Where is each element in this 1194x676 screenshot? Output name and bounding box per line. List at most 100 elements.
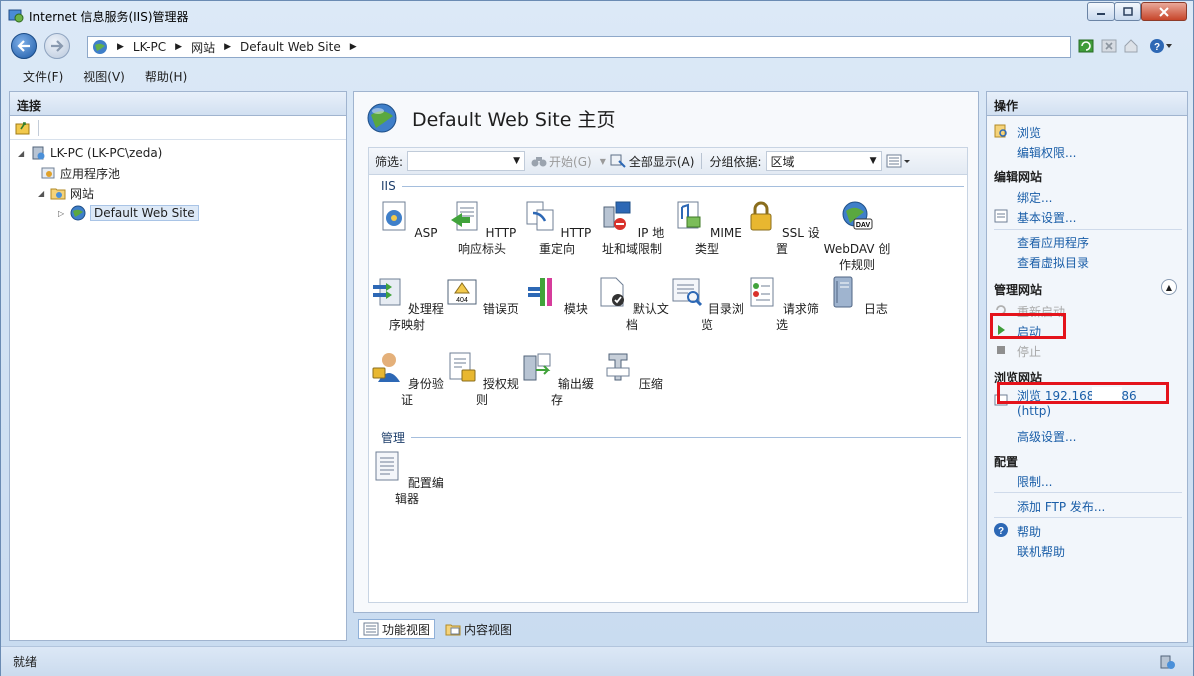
section-iis: IIS [381, 179, 964, 193]
feature-label: ASP [414, 226, 438, 240]
breadcrumb-site[interactable]: Default Web Site [240, 40, 341, 54]
dropdown-arrow-icon: ▼ [513, 156, 521, 166]
feature-authentication[interactable]: 身份验证 [369, 350, 445, 408]
view-tabs: 功能视图 内容视图 [358, 619, 516, 639]
action-stop: 停止 [1017, 345, 1042, 359]
action-advanced-settings[interactable]: 高级设置... [1017, 428, 1076, 445]
action-add-ftp[interactable]: 添加 FTP 发布... [1017, 498, 1105, 515]
home-button[interactable] [1122, 37, 1140, 55]
group-by-label: 分组依据: [709, 154, 762, 169]
action-browse-protocol[interactable]: (http) [1017, 404, 1051, 418]
minimize-button[interactable] [1087, 2, 1115, 21]
section-iis-label: IIS [381, 179, 396, 193]
refresh-icon [1078, 39, 1094, 53]
section-manage-site: 管理网站 [994, 283, 1043, 297]
action-help[interactable]: 帮助 [1017, 523, 1041, 540]
default-document-icon [600, 277, 625, 307]
feature-asp[interactable]: ASP [369, 199, 445, 241]
tree-label-default-site: Default Web Site [90, 205, 199, 221]
action-view-virtual-dirs[interactable]: 查看虚拟目录 [1017, 254, 1089, 271]
feature-modules[interactable]: 模块 [519, 275, 595, 317]
connect-icon[interactable] [14, 120, 32, 136]
address-bar[interactable]: ▶ LK-PC ▶ 网站 ▶ Default Web Site ▶ [87, 36, 1071, 58]
stop-square-icon [997, 346, 1005, 354]
collapse-icon[interactable]: ◢ [38, 189, 48, 198]
feature-http-redirect[interactable]: HTTP 重定向 [519, 199, 595, 257]
tree-node-default-site[interactable]: ▷ Default Web Site [58, 204, 199, 222]
stop-nav-button[interactable] [1100, 37, 1118, 55]
action-online-help[interactable]: 联机帮助 [1017, 543, 1065, 560]
network-status-icon [1160, 655, 1175, 669]
feature-output-caching[interactable]: 输出缓存 [519, 350, 595, 408]
feature-webdav[interactable]: DAV WebDAV 创作规则 [819, 199, 895, 273]
feature-error-pages[interactable]: 404 错误页 [444, 275, 520, 317]
dropdown-arrow-icon: ▼ [869, 156, 877, 166]
actions-divider [994, 492, 1182, 493]
collapse-icon[interactable]: ◢ [18, 149, 28, 158]
modules-icon [528, 278, 553, 306]
help-dropdown-button[interactable]: ? [1149, 37, 1173, 55]
feature-default-document[interactable]: 默认文档 [594, 275, 670, 333]
browse-icon [994, 124, 1007, 138]
feature-label: 授权规则 [475, 377, 519, 407]
compression-clamp-icon [606, 353, 630, 381]
filter-label: 筛选: [375, 154, 404, 169]
home-icon [1124, 39, 1138, 53]
action-edit-permissions[interactable]: 编辑权限... [1017, 144, 1076, 161]
action-basic-settings[interactable]: 基本设置... [1017, 209, 1076, 226]
tab-content-view[interactable]: 内容视图 [441, 619, 516, 639]
error-page-icon: 404 [447, 279, 477, 305]
feature-handler-mappings[interactable]: 处理程序映射 [369, 275, 445, 333]
tab-features-view[interactable]: 功能视图 [358, 619, 436, 639]
group-by-select[interactable]: 区域 ▼ [765, 151, 882, 171]
feature-logging[interactable]: 日志 [819, 275, 895, 317]
feature-compression[interactable]: 压缩 [594, 350, 670, 392]
action-bindings[interactable]: 绑定... [1017, 189, 1052, 206]
website-globe-large-icon [367, 103, 397, 133]
feature-label: 请求筛选 [775, 302, 819, 332]
feature-label: 默认文档 [625, 302, 669, 332]
navigation-bar: ▶ LK-PC ▶ 网站 ▶ Default Web Site ▶ ? [1, 29, 1193, 63]
status-text: 就绪 [13, 655, 38, 669]
filter-input[interactable]: ▼ [407, 151, 526, 171]
authorization-rules-icon [449, 352, 476, 382]
close-button[interactable] [1141, 2, 1187, 21]
feature-http-headers[interactable]: HTTP 响应标头 [444, 199, 520, 257]
feature-authorization-rules[interactable]: 授权规则 [444, 350, 520, 408]
svg-text:DAV: DAV [856, 222, 871, 229]
maximize-button[interactable] [1114, 2, 1141, 21]
feature-ip-restrictions[interactable]: IP 地址和域限制 [594, 199, 670, 257]
forward-button[interactable] [44, 33, 70, 59]
actions-panel: 操作 浏览 编辑权限... 编辑网站 绑定... 基本设置... 查看应用程序 … [986, 91, 1188, 643]
minimize-icon [1097, 12, 1105, 15]
tree-node-sites[interactable]: ◢ 网站 [38, 184, 94, 202]
menu-file[interactable]: 文件(F) [23, 68, 63, 85]
status-bar: 就绪 [1, 646, 1193, 676]
breadcrumb-sites[interactable]: 网站 [191, 39, 215, 56]
http-headers-icon [450, 201, 478, 231]
menu-help[interactable]: 帮助(H) [145, 68, 187, 85]
start-filter-button[interactable]: 开始(G) [549, 153, 592, 170]
back-button[interactable] [11, 33, 37, 59]
show-all-button[interactable]: 全部显示(A) [629, 153, 695, 170]
action-browse[interactable]: 浏览 [1017, 124, 1041, 141]
expand-icon[interactable]: ▷ [58, 209, 68, 218]
feature-config-editor[interactable]: 配置编辑器 [369, 449, 445, 507]
action-view-applications[interactable]: 查看应用程序 [1017, 234, 1089, 251]
arrow-left-icon [17, 40, 30, 52]
refresh-button[interactable] [1077, 37, 1095, 55]
binoculars-icon [531, 157, 547, 167]
breadcrumb-server[interactable]: LK-PC [133, 40, 166, 54]
collapse-section-button[interactable]: ▲ [1161, 279, 1177, 295]
feature-request-filtering[interactable]: 请求筛选 [744, 275, 820, 333]
tree-node-app-pools[interactable]: 应用程序池 [40, 164, 120, 182]
handler-mappings-icon [373, 278, 401, 306]
view-mode-icon[interactable] [886, 153, 912, 169]
feature-directory-browsing[interactable]: 目录浏览 [669, 275, 745, 333]
website-globe-icon [70, 205, 86, 221]
tree-node-server[interactable]: ◢ LK-PC (LK-PC\zeda) [18, 144, 162, 162]
feature-mime-types[interactable]: MIME 类型 [669, 199, 745, 257]
action-limits[interactable]: 限制... [1017, 473, 1052, 490]
menu-view[interactable]: 视图(V) [83, 68, 125, 85]
feature-ssl-settings[interactable]: SSL 设置 [744, 199, 820, 257]
